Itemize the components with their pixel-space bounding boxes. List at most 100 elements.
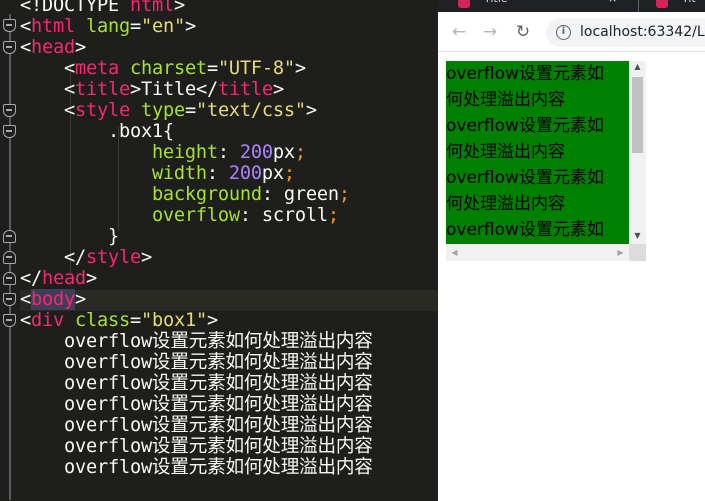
code-line: </head> <box>20 268 97 289</box>
scroll-box-content: overflow设置元素如 何处理溢出内容 overflow设置元素如 何处理溢出内容… <box>446 61 629 244</box>
code-token: overflow设置元素如何处理溢出内容 <box>20 436 373 457</box>
code-token: > <box>74 37 86 58</box>
code-token: lang <box>85 16 130 37</box>
scroll-up-arrow-icon[interactable]: ▲ <box>629 58 646 75</box>
code-line: <html lang="en"> <box>20 16 196 37</box>
code-token: = <box>184 100 196 121</box>
code-token: < <box>20 310 31 331</box>
code-token: 200 <box>239 142 273 163</box>
code-token: class <box>74 310 130 331</box>
code-token: overflow设置元素如何处理溢出内容 <box>20 331 373 352</box>
code-token: style <box>74 100 130 121</box>
code-token: head <box>31 37 75 58</box>
code-line: <style type="text/css"> <box>20 100 317 121</box>
code-token: = <box>129 16 141 37</box>
fold-icon-style-end[interactable] <box>3 251 16 264</box>
code-editor[interactable]: <!DOCTYPE html> <html lang="en"> <head> <m… <box>0 0 438 501</box>
tab-second[interactable]: Tit <box>682 0 696 12</box>
code-line: overflow设置元素如何处理溢出内容 <box>20 331 373 352</box>
reload-icon[interactable]: ↻ <box>511 20 535 44</box>
code-token: < <box>20 58 75 79</box>
url-text[interactable]: localhost:63342/Le <box>580 18 705 47</box>
code-token: </ <box>195 79 218 100</box>
fold-icon-head[interactable] <box>3 41 16 54</box>
code-token: > <box>173 0 185 16</box>
tab-favicon-icon <box>656 0 668 8</box>
code-token: : scroll <box>239 205 328 226</box>
code-line: overflow设置元素如何处理溢出内容 <box>20 436 373 457</box>
code-line: width: 200px; <box>20 163 295 184</box>
fold-icon-html[interactable] <box>3 19 16 32</box>
code-token: body <box>31 289 75 310</box>
code-token: height <box>151 142 218 163</box>
code-line: <head> <box>20 37 86 58</box>
fold-icon-rule[interactable] <box>3 125 16 138</box>
fold-icon-style[interactable] <box>3 104 16 117</box>
code-token: 200 <box>228 163 262 184</box>
page-viewport[interactable]: overflow设置元素如 何处理溢出内容 overflow设置元素如 何处理溢出内容… <box>438 53 705 501</box>
code-token: > <box>294 58 306 79</box>
code-token: width <box>151 163 207 184</box>
arrow-left-icon[interactable]: ← <box>447 20 471 44</box>
scroll-box[interactable]: overflow设置元素如 何处理溢出内容 overflow设置元素如 何处理溢出内容… <box>446 61 646 261</box>
tab-title[interactable]: Title <box>484 0 508 12</box>
arrow-right-icon[interactable]: → <box>478 20 502 44</box>
code-token: title <box>217 79 273 100</box>
vertical-scroll-thumb[interactable] <box>632 77 643 153</box>
code-token: : green <box>261 184 339 205</box>
code-token: px <box>261 163 284 184</box>
code-token: ; <box>338 184 350 205</box>
code-token: < <box>20 16 31 37</box>
code-line: </style> <box>20 247 152 268</box>
code-token: > <box>206 310 218 331</box>
scroll-box-line: overflow设置元素如 <box>446 220 604 240</box>
address-bar[interactable]: i localhost:63342/Le <box>546 18 705 47</box>
tab-close-icon[interactable]: × <box>608 0 617 12</box>
code-line: overflow设置元素如何处理溢出内容 <box>20 394 373 415</box>
code-token: charset <box>129 58 207 79</box>
code-token: div <box>31 310 64 331</box>
code-token: overflow设置元素如何处理溢出内容 <box>20 394 373 415</box>
code-token: title <box>74 79 130 100</box>
code-line: overflow设置元素如何处理溢出内容 <box>20 373 373 394</box>
code-token: html <box>31 16 75 37</box>
code-token: "text/css" <box>195 100 306 121</box>
code-token: type <box>140 100 185 121</box>
code-token: px <box>272 142 295 163</box>
code-line: <div class="box1"> <box>20 310 218 331</box>
code-token: Title <box>140 79 196 100</box>
code-line: <meta charset="UTF-8"> <box>20 58 306 79</box>
code-token: > <box>85 268 97 289</box>
code-line: overflow设置元素如何处理溢出内容 <box>20 352 373 373</box>
code-line: overflow: scroll; <box>20 205 339 226</box>
code-token: overflow <box>151 205 240 226</box>
code-token: < <box>20 100 75 121</box>
scroll-box-line: overflow设置元素如 <box>446 116 604 136</box>
code-token: > <box>140 247 152 268</box>
code-token: < <box>20 37 31 58</box>
fold-icon-head-end[interactable] <box>3 272 16 285</box>
code-token: < <box>20 289 31 310</box>
code-token: </ <box>20 247 86 268</box>
scroll-down-arrow-icon[interactable]: ▼ <box>629 227 646 244</box>
info-icon[interactable]: i <box>556 25 571 40</box>
fold-icon-body[interactable] <box>3 293 16 306</box>
code-token: ; <box>294 142 306 163</box>
code-token: } <box>20 226 119 247</box>
code-token: "box1" <box>140 310 207 331</box>
scroll-left-arrow-icon[interactable]: ◀ <box>446 244 463 261</box>
code-token: background <box>151 184 262 205</box>
vertical-scrollbar[interactable]: ▲ ▼ <box>629 61 646 244</box>
code-token: "en" <box>140 16 185 37</box>
scrollbar-corner <box>629 244 646 261</box>
fold-icon-div[interactable] <box>3 314 16 327</box>
scroll-right-arrow-icon[interactable]: ▶ <box>612 244 629 261</box>
fold-icon-rule-end[interactable] <box>3 230 16 243</box>
horizontal-scrollbar[interactable]: ◀ ▶ <box>446 244 629 261</box>
